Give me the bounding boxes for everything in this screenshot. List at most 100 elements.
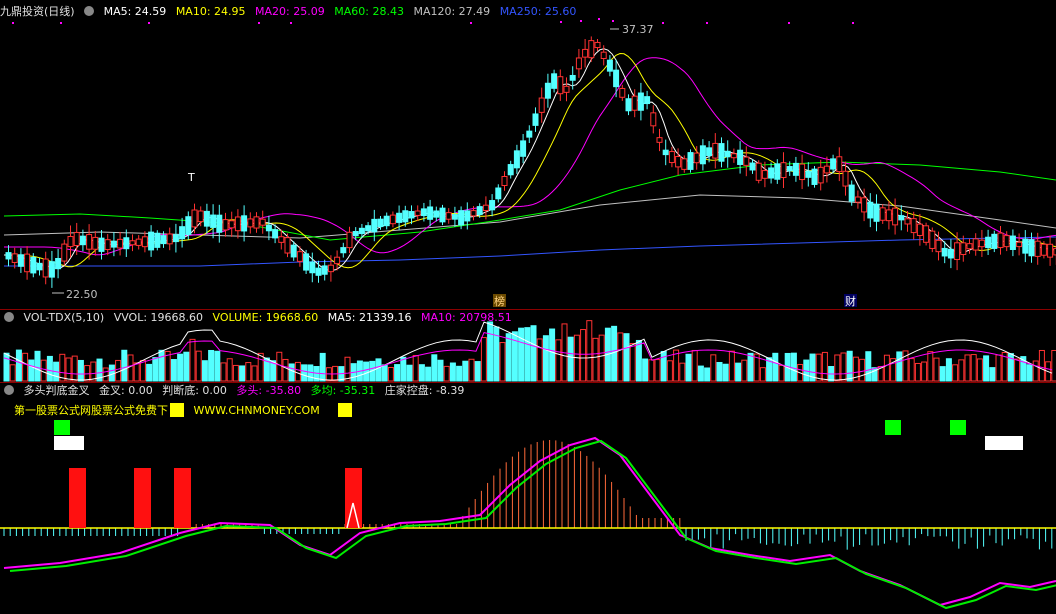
volume-bar (71, 355, 78, 382)
volume-bar (425, 366, 432, 382)
volume-bar (394, 364, 401, 382)
candle (768, 167, 775, 179)
candle (811, 168, 818, 185)
candle (600, 51, 607, 59)
volume-bar (983, 355, 990, 382)
candle (61, 243, 68, 262)
candle (129, 240, 136, 246)
volume-bar (245, 362, 252, 382)
candle (123, 237, 130, 250)
candle (644, 96, 651, 105)
candle (799, 163, 806, 181)
buy-signal-bar (134, 468, 151, 528)
candle (1022, 238, 1029, 254)
volume-bar (728, 350, 735, 382)
volume-bar (623, 333, 630, 382)
candle (216, 214, 223, 233)
candle (941, 247, 948, 257)
volume-bar (226, 358, 233, 382)
ma60-line (3, 161, 1056, 241)
volume-bar (1032, 360, 1039, 382)
candle (718, 143, 725, 162)
volume-bar (127, 354, 134, 382)
price-panel[interactable]: 九鼎投资(日线) MA5: 24.59 MA10: 24.95 MA20: 25… (0, 0, 1056, 308)
volume-bar (276, 351, 283, 382)
volume-bar (654, 359, 661, 382)
candle (687, 152, 694, 170)
candle (191, 209, 198, 228)
volume-bar (914, 362, 921, 382)
candle (1009, 235, 1016, 250)
candle (805, 170, 812, 178)
volume-chart[interactable] (0, 310, 1056, 382)
volume-bar (499, 342, 506, 382)
candle (935, 239, 942, 253)
volume-bar (555, 339, 562, 382)
volume-bar (691, 349, 698, 382)
green-signal-box (885, 420, 901, 435)
signal-dot (148, 22, 150, 24)
candle (327, 264, 334, 273)
volume-bar (46, 355, 53, 382)
candle (737, 149, 744, 165)
candle (228, 220, 235, 229)
volume-bar (344, 356, 351, 382)
candle (532, 113, 539, 126)
candle (637, 92, 644, 111)
bang-marker: 榜 (494, 294, 505, 308)
candle (650, 112, 657, 127)
candle (135, 238, 142, 246)
candle (439, 207, 446, 223)
candle (272, 229, 279, 239)
candle (966, 243, 973, 250)
volume-bar (449, 362, 456, 382)
candle (513, 150, 520, 169)
volume-bar (232, 364, 239, 382)
volume-bar (412, 355, 419, 382)
candle (383, 215, 390, 227)
candle (1003, 235, 1010, 248)
volume-bar (524, 327, 531, 382)
candle (910, 218, 917, 234)
candle (774, 163, 781, 180)
candle (259, 218, 266, 226)
volume-bar (859, 358, 866, 382)
buy-signal-bar (345, 468, 362, 528)
volume-bar (970, 354, 977, 382)
volume-bar (697, 365, 704, 382)
volume-bar (363, 361, 370, 382)
candle (712, 142, 719, 159)
volume-bar (77, 359, 84, 382)
candle (867, 201, 874, 219)
volume-bar (22, 352, 29, 382)
volume-bar (282, 358, 289, 382)
volume-bar (666, 360, 673, 382)
volume-bar (710, 354, 717, 382)
candle (222, 219, 229, 231)
candle (309, 261, 316, 274)
volume-bar (288, 363, 295, 382)
volume-bar (400, 356, 407, 382)
volume-panel[interactable]: VOL-TDX(5,10) VVOL: 19668.60 VOLUME: 196… (0, 310, 1056, 382)
signal-dot (12, 22, 14, 24)
volume-bar (976, 358, 983, 382)
promo-url[interactable]: WWW.CHNMONEY.COM (194, 404, 320, 417)
volume-bar (456, 365, 463, 382)
volume-bar (418, 364, 425, 382)
volume-bar (648, 359, 655, 382)
candle (241, 215, 248, 232)
candle (873, 203, 880, 222)
promo-text: 第一股票公式网股票公式免费下 (14, 404, 168, 417)
candle (916, 223, 923, 236)
volume-bar (679, 362, 686, 382)
candle (166, 233, 173, 245)
candlestick-chart[interactable]: 37.37 22.50 T 榜 财 (0, 0, 1056, 308)
volume-bar (741, 359, 748, 382)
candle (1047, 243, 1054, 258)
volume-bar (480, 337, 487, 382)
volume-bar (1038, 349, 1045, 382)
promo-square-2 (337, 403, 352, 417)
candle (706, 147, 713, 157)
volume-bar (939, 366, 946, 382)
candle (104, 239, 111, 251)
